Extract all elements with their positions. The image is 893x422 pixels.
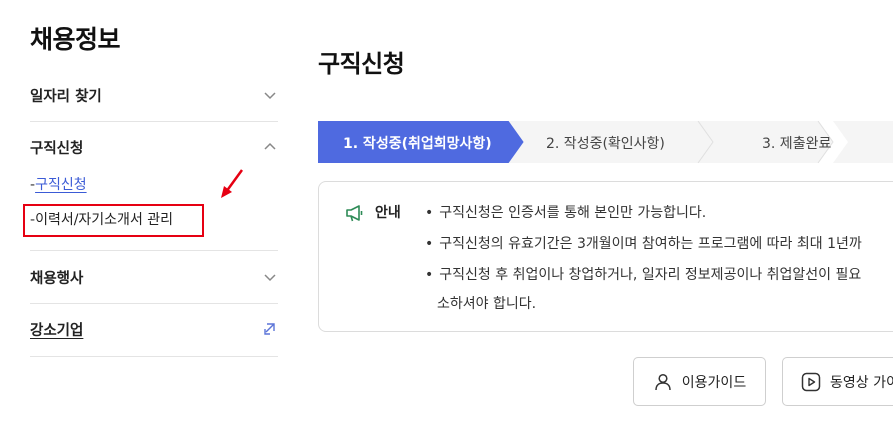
notice-text: 구직신청은 인증서를 통해 본인만 가능합니다. bbox=[439, 205, 707, 221]
notice-text: 소하셔야 합니다. bbox=[437, 296, 537, 312]
user-icon bbox=[655, 373, 671, 390]
notice-text: 구직신청 후 취업이나 창업하거나, 일자리 정보제공이나 취업알선이 필요 bbox=[439, 267, 862, 283]
divider bbox=[30, 356, 278, 357]
notice-label: 안내 bbox=[375, 205, 401, 221]
notice-item-continued: 소하셔야 합니다. bbox=[437, 293, 536, 313]
menu-label: 강소기업 bbox=[30, 322, 84, 339]
step-1: 1. 작성중(취업희망사항) bbox=[343, 136, 492, 152]
play-icon bbox=[801, 372, 821, 391]
menu-label: 채용행사 bbox=[30, 270, 84, 287]
chevron-down-icon bbox=[264, 92, 276, 100]
bullet: • bbox=[425, 236, 434, 252]
menu-item-job-application[interactable]: 구직신청 bbox=[30, 135, 278, 159]
divider bbox=[30, 121, 278, 122]
bullet: • bbox=[425, 267, 434, 283]
megaphone-icon bbox=[346, 205, 363, 222]
submenu-label: 구직신청 bbox=[35, 177, 87, 193]
menu-item-job-search[interactable]: 일자리 찾기 bbox=[30, 83, 278, 107]
notice-text: 구직신청의 유효기간은 3개월이며 참여하는 프로그램에 따라 최대 1년까 bbox=[439, 236, 862, 252]
step-progress: 1. 작성중(취업희망사항) 2. 작성중(확인사항) 3. 제출완료 bbox=[318, 121, 893, 163]
page-title: 구직신청 bbox=[318, 50, 405, 78]
divider bbox=[30, 250, 278, 251]
menu-label: 일자리 찾기 bbox=[30, 88, 102, 105]
menu-label: 구직신청 bbox=[30, 140, 84, 157]
menu-item-small-giant-companies[interactable]: 강소기업 bbox=[30, 317, 278, 341]
annotation-arrow-icon bbox=[221, 169, 244, 198]
menu-item-recruitment-events[interactable]: 채용행사 bbox=[30, 265, 278, 289]
usage-guide-button[interactable]: 이용가이드 bbox=[633, 357, 766, 406]
bullet: • bbox=[425, 205, 434, 221]
button-label: 이용가이드 bbox=[681, 374, 747, 391]
submenu-job-application[interactable]: -구직신청 bbox=[30, 174, 87, 194]
video-guide-button[interactable]: 동영상 가이 bbox=[782, 357, 893, 406]
annotation-highlight-box bbox=[23, 204, 204, 237]
sidebar-title: 채용정보 bbox=[30, 25, 121, 54]
notice-item: • 구직신청의 유효기간은 3개월이며 참여하는 프로그램에 따라 최대 1년까 bbox=[425, 233, 862, 253]
notice-item: • 구직신청 후 취업이나 창업하거나, 일자리 정보제공이나 취업알선이 필요 bbox=[425, 264, 861, 284]
chevron-down-icon bbox=[264, 274, 276, 282]
button-label: 동영상 가이 bbox=[830, 374, 893, 391]
external-link-icon bbox=[264, 323, 275, 335]
step-3: 3. 제출완료 bbox=[762, 136, 832, 152]
chevron-up-icon bbox=[264, 142, 276, 150]
notice-item: • 구직신청은 인증서를 통해 본인만 가능합니다. bbox=[425, 202, 706, 222]
divider bbox=[30, 303, 278, 304]
step-2: 2. 작성중(확인사항) bbox=[546, 136, 665, 152]
notice-box: 안내 • 구직신청은 인증서를 통해 본인만 가능합니다. • 구직신청의 유효기간… bbox=[318, 181, 893, 332]
